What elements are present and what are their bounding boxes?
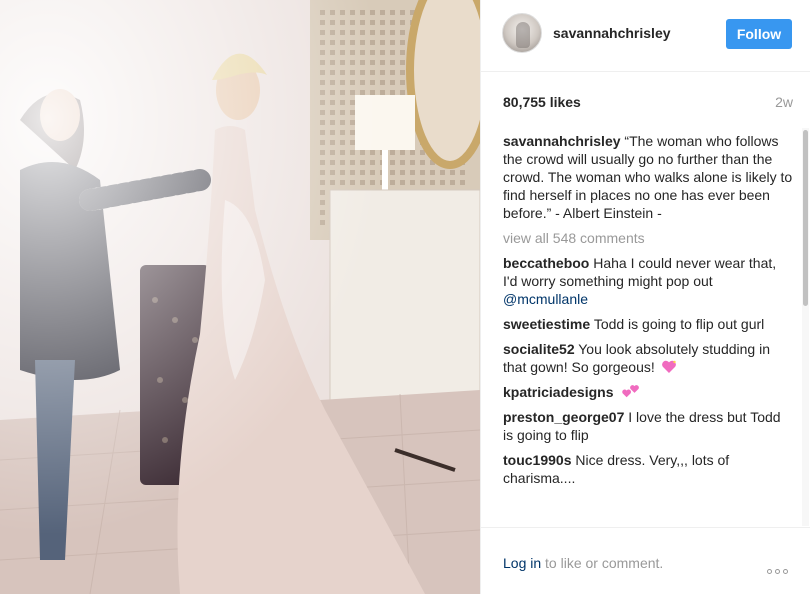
comment-username[interactable]: kpatriciadesigns [503,384,614,400]
comment-item: preston_george07 I love the dress but To… [503,408,793,444]
instagram-post: savannahchrisley Follow 80,755 likes 2w … [0,0,810,594]
sparkling-heart-icon [661,360,676,373]
comment-mention-link[interactable]: @mcmullanle [503,291,588,307]
post-header: savannahchrisley Follow [481,0,810,72]
avatar[interactable] [502,13,542,53]
comment-username[interactable]: preston_george07 [503,409,624,425]
comment-username[interactable]: sweetiestime [503,316,590,332]
login-prompt-text: to like or comment. [541,555,664,571]
caption: savannahchrisley “The woman who follows … [503,132,793,222]
scrollbar-thumb[interactable] [803,130,808,306]
post-sidebar: savannahchrisley Follow 80,755 likes 2w … [480,0,810,594]
comment-item: beccatheboo Haha I could never wear that… [503,254,793,308]
comments-list[interactable]: savannahchrisley “The woman who follows … [503,132,793,524]
post-stats: 80,755 likes 2w [503,94,793,114]
comment-text: Todd is going to flip out gurl [593,316,765,332]
comment-item: touc1990s Nice dress. Very,,, lots of ch… [503,451,793,487]
login-prompt: Log in to like or comment. [503,555,663,571]
likes-count[interactable]: 80,755 likes [503,94,581,110]
more-options-icon[interactable] [767,561,793,574]
comment-item: sweetiestime Todd is going to flip out g… [503,315,793,333]
caption-username[interactable]: savannahchrisley [503,133,621,149]
comments-scrollbar[interactable] [802,128,809,526]
two-hearts-icon [622,385,640,398]
follow-button[interactable]: Follow [726,19,792,49]
comment-item: socialite52 You look absolutely studding… [503,340,793,376]
view-all-comments-link[interactable]: view all 548 comments [503,229,793,247]
login-link[interactable]: Log in [503,555,541,571]
comment-username[interactable]: socialite52 [503,341,575,357]
post-footer: Log in to like or comment. [481,527,810,594]
post-photo[interactable] [0,0,480,594]
comment-username[interactable]: touc1990s [503,452,571,468]
comment-item: kpatriciadesigns [503,383,793,401]
photo-illustration [0,0,480,594]
header-username[interactable]: savannahchrisley [553,25,671,41]
post-timestamp[interactable]: 2w [775,94,793,110]
comment-username[interactable]: beccatheboo [503,255,589,271]
